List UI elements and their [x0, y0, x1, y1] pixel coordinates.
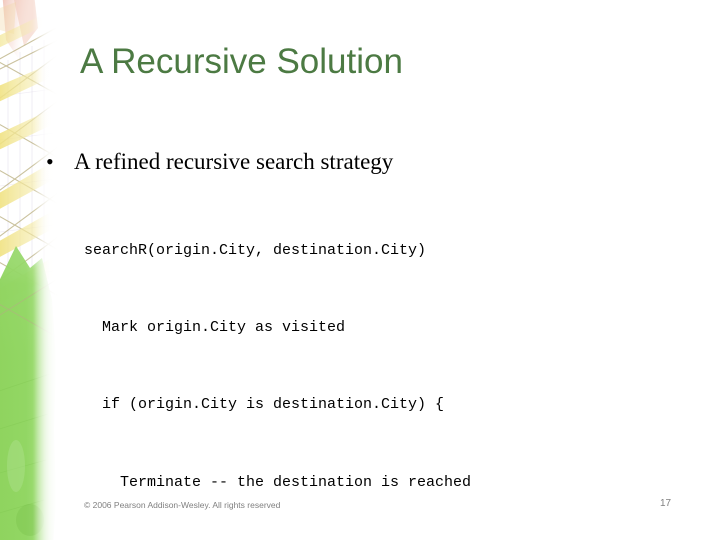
code-line: Mark origin.City as visited: [84, 318, 346, 336]
code-line: if (origin.City is destination.City) {: [84, 396, 445, 414]
bullet-list-item: • A refined recursive search strategy: [46, 148, 666, 176]
slide-canvas: A Recursive Solution • A refined recursi…: [0, 0, 720, 540]
decorative-strip-fade: [0, 0, 62, 540]
page-title: A Recursive Solution: [80, 42, 403, 81]
code-line: Terminate -- the destination is reached: [84, 473, 472, 491]
copyright-notice: © 2006 Pearson Addison-Wesley. All right…: [84, 500, 281, 510]
decorative-image-strip: [0, 0, 62, 540]
scaffolding-truss-graphic: [0, 0, 62, 540]
bullet-marker-icon: •: [46, 149, 54, 174]
slide-number: 17: [660, 498, 672, 509]
bullet-item-label: A refined recursive search strategy: [74, 149, 394, 174]
pseudocode-block: searchR(origin.City, destination.City) M…: [84, 186, 714, 540]
code-line: searchR(origin.City, destination.City): [84, 241, 427, 259]
